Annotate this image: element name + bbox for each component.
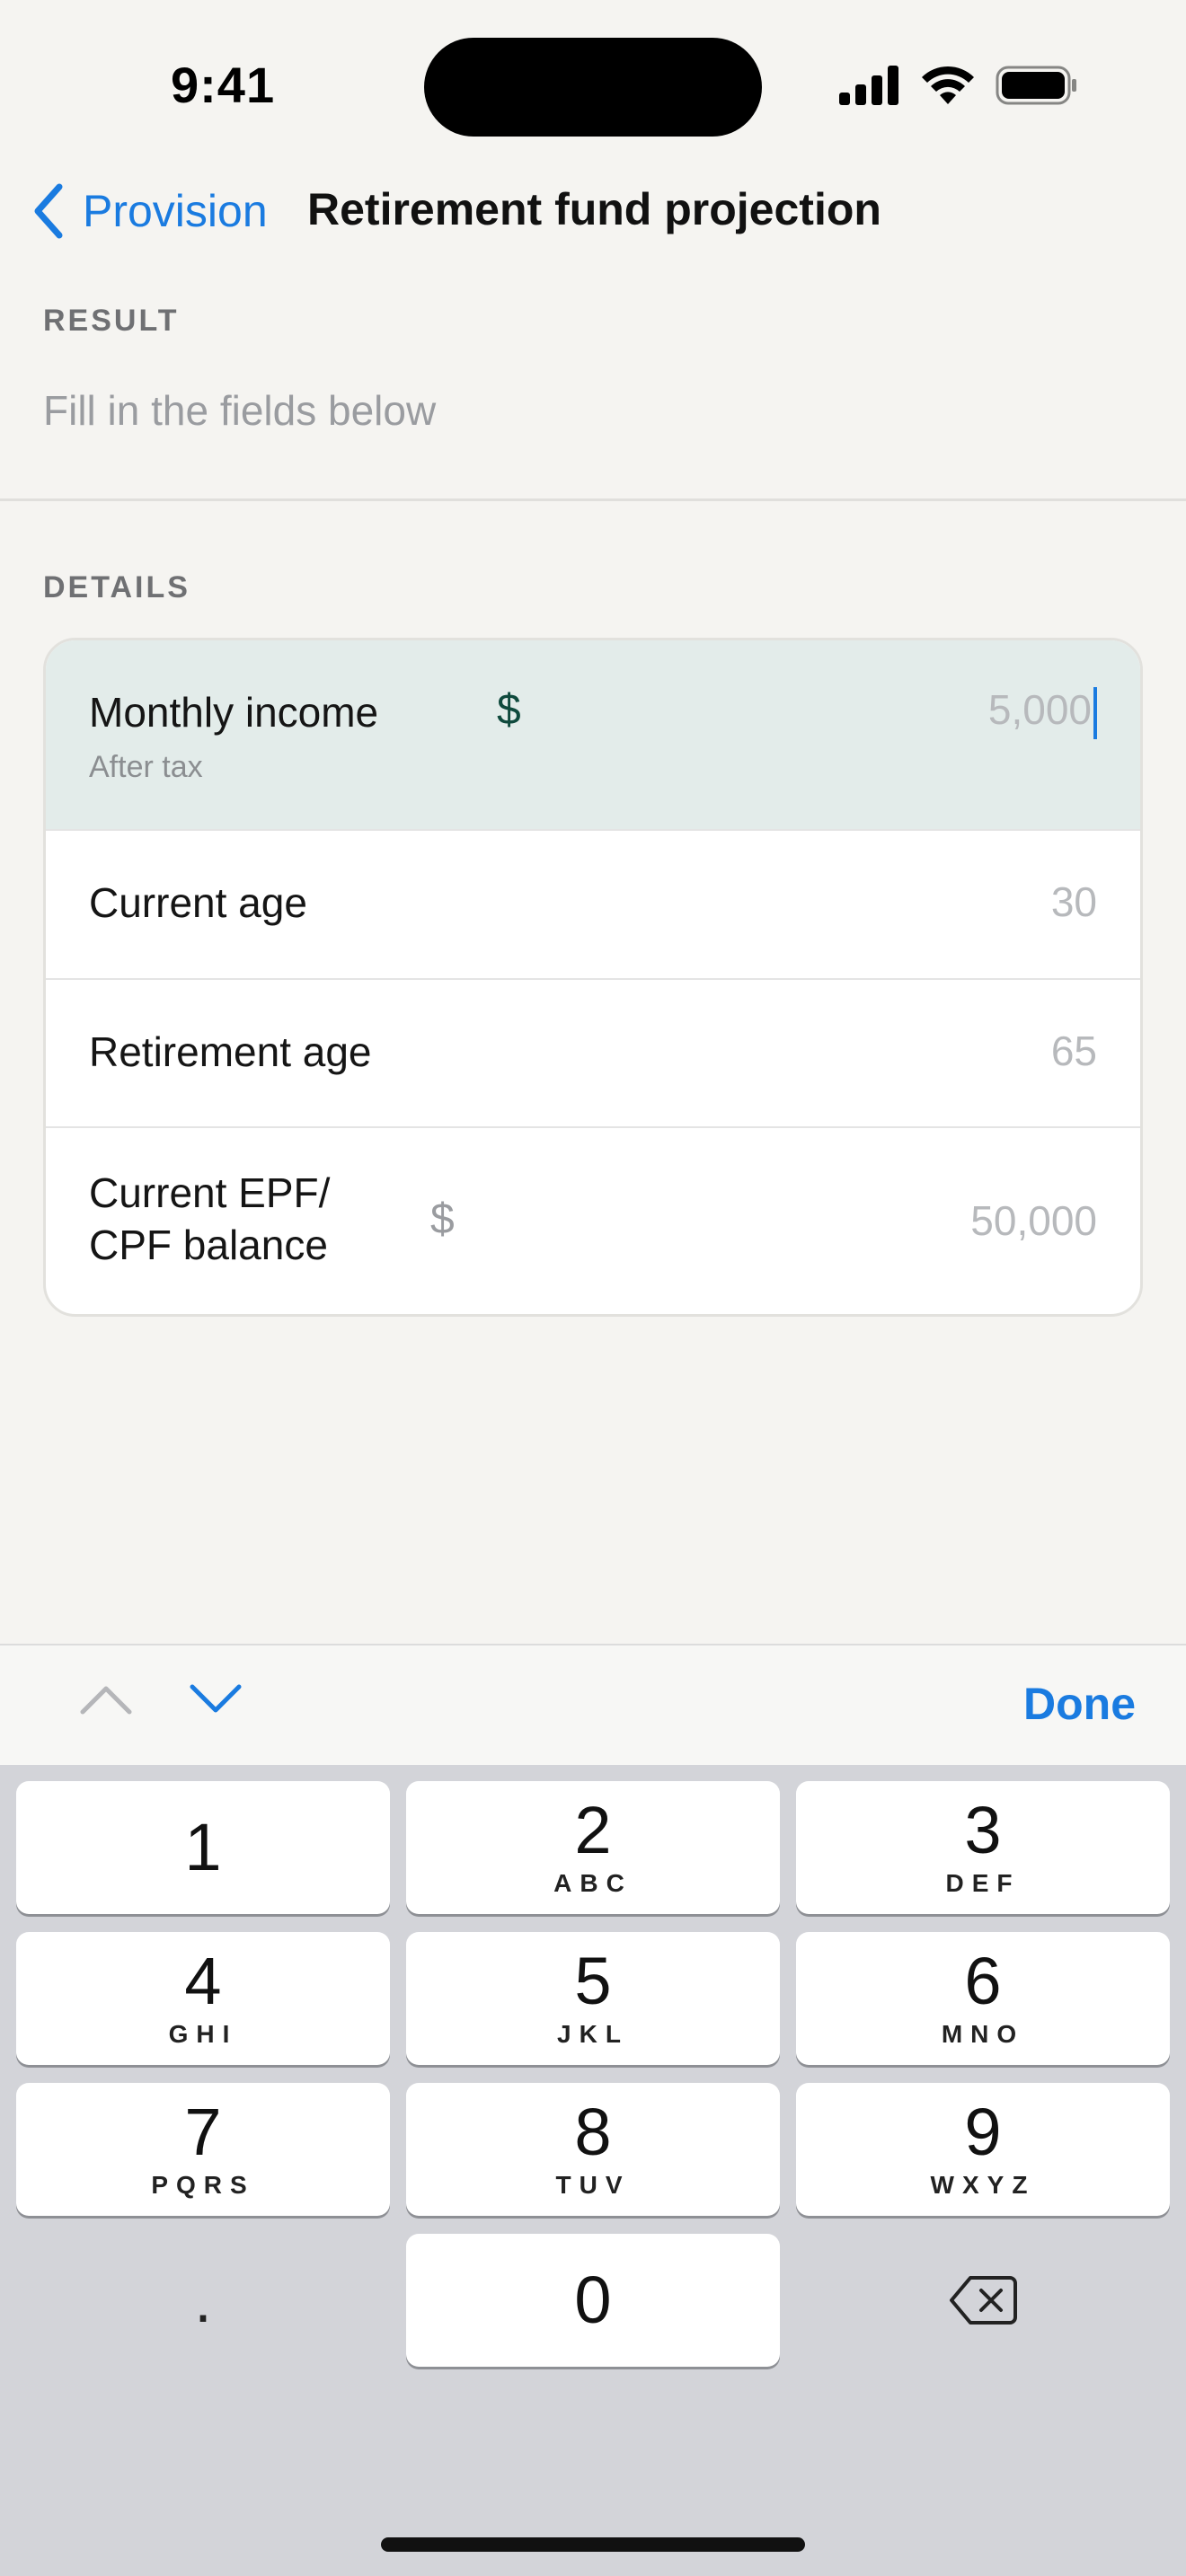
epf-cpf-label-line2: CPF balance <box>89 1221 328 1268</box>
key-letters: MNO <box>941 2020 1025 2048</box>
monthly-income-sublabel: After tax <box>89 750 203 784</box>
chevron-down-icon[interactable] <box>189 1681 243 1717</box>
keyboard-accessory-bar: Done <box>0 1644 1186 1765</box>
key-letters: GHI <box>168 2020 238 2048</box>
monthly-income-field[interactable]: Monthly income After tax $ 5,000 <box>46 640 1140 831</box>
status-time: 9:41 <box>171 57 276 113</box>
current-age-field[interactable]: Current age 30 <box>46 831 1140 980</box>
monthly-income-label: Monthly income <box>89 689 379 736</box>
key-digit: 7 <box>184 2095 222 2169</box>
battery-icon <box>996 66 1076 105</box>
section-divider <box>0 498 1186 501</box>
home-indicator <box>381 2537 805 2552</box>
currency-symbol: $ <box>430 1195 455 1243</box>
text-caret <box>1093 686 1097 739</box>
back-button[interactable]: Provision <box>31 171 268 251</box>
epf-cpf-label-line1: Current EPF/ <box>89 1169 331 1216</box>
key-2[interactable]: 2 ABC <box>406 1781 780 1914</box>
chevron-left-icon <box>34 183 63 239</box>
key-letters: PQRS <box>151 2171 255 2199</box>
key-digit: 3 <box>964 1793 1002 1867</box>
status-bar: 9:41 <box>0 0 1186 171</box>
retirement-age-input[interactable]: 65 <box>1051 1027 1097 1075</box>
status-icons <box>839 63 1078 108</box>
retirement-age-field[interactable]: Retirement age 65 <box>46 980 1140 1128</box>
key-4[interactable]: 4 GHI <box>16 1932 390 2065</box>
key-digit: 1 <box>184 1810 222 1884</box>
key-digit: 6 <box>964 1944 1002 2018</box>
key-8[interactable]: 8 TUV <box>406 2083 780 2216</box>
epf-cpf-balance-input[interactable]: 50,000 <box>970 1196 1097 1245</box>
currency-symbol: $ <box>497 686 521 734</box>
key-0[interactable]: 0 <box>406 2234 780 2367</box>
key-digit: 2 <box>574 1793 612 1867</box>
page-title: Retirement fund projection <box>307 184 881 234</box>
key-letters: JKL <box>557 2020 629 2048</box>
monthly-income-placeholder: 5,000 <box>987 686 1092 733</box>
result-hint: Fill in the fields below <box>43 387 437 434</box>
details-card: Monthly income After tax $ 5,000 Current… <box>43 638 1143 1317</box>
key-1[interactable]: 1 <box>16 1781 390 1914</box>
key-7[interactable]: 7 PQRS <box>16 2083 390 2216</box>
key-6[interactable]: 6 MNO <box>796 1932 1170 2065</box>
key-letters: ABC <box>553 1869 633 1897</box>
nav-bar: Provision Retirement fund projection <box>0 171 1186 260</box>
numeric-keyboard: 1 2 ABC 3 DEF 4 GHI 5 JKL 6 MNO 7 PQRS 8… <box>0 1765 1186 2576</box>
chevron-up-icon[interactable] <box>79 1681 133 1717</box>
key-digit: 8 <box>574 2095 612 2169</box>
key-decimal[interactable]: . <box>16 2234 390 2367</box>
key-3[interactable]: 3 DEF <box>796 1781 1170 1914</box>
epf-cpf-balance-field[interactable]: Current EPF/ CPF balance $ 50,000 <box>46 1128 1140 1314</box>
key-letters: TUV <box>555 2171 631 2199</box>
result-section-label: RESULT <box>43 304 180 338</box>
backspace-icon <box>950 2276 1017 2325</box>
retirement-age-label: Retirement age <box>89 1028 372 1075</box>
key-digit: 0 <box>574 2263 612 2337</box>
cellular-signal-icon <box>839 66 898 105</box>
current-age-input[interactable]: 30 <box>1051 878 1097 926</box>
monthly-income-input[interactable]: 5,000 <box>988 685 1097 739</box>
key-5[interactable]: 5 JKL <box>406 1932 780 2065</box>
key-digit: 4 <box>184 1944 222 2018</box>
key-9[interactable]: 9 WXYZ <box>796 2083 1170 2216</box>
done-button[interactable]: Done <box>1023 1678 1136 1730</box>
decimal-label: . <box>194 2265 212 2335</box>
key-digit: 9 <box>964 2095 1002 2169</box>
key-letters: DEF <box>945 1869 1021 1897</box>
details-section-label: DETAILS <box>43 570 190 604</box>
key-digit: 5 <box>574 1944 612 2018</box>
key-delete[interactable] <box>796 2234 1170 2367</box>
dynamic-island <box>424 38 762 137</box>
back-label: Provision <box>83 186 268 236</box>
key-letters: WXYZ <box>930 2171 1036 2199</box>
wifi-icon <box>922 66 974 104</box>
epf-cpf-balance-label: Current EPF/ CPF balance <box>89 1168 330 1271</box>
current-age-label: Current age <box>89 879 307 926</box>
